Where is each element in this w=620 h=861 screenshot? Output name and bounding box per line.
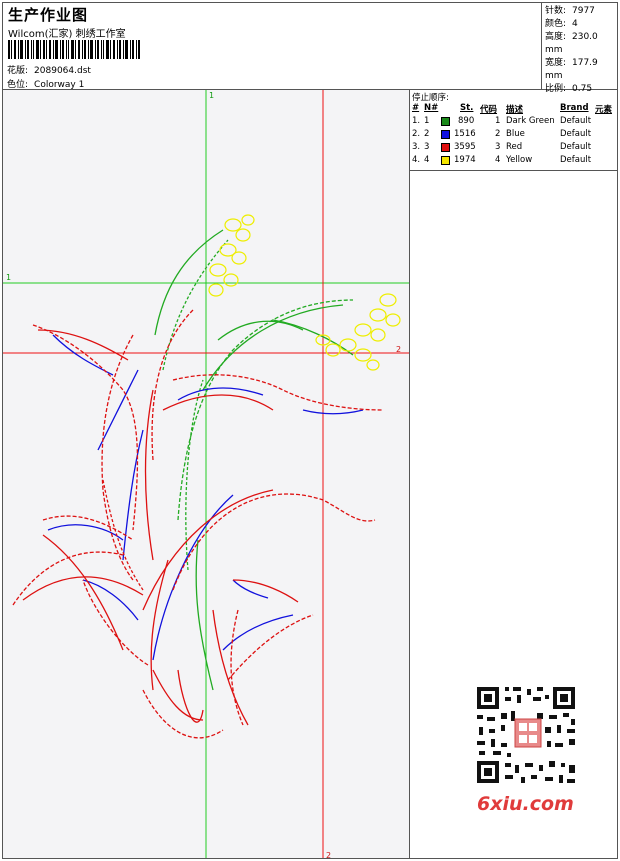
stop-table-header: # N# St. 代码 描述 Brand 元素 [410,103,617,115]
colorway-label: 色位: [7,80,29,90]
design-preview: 1 1 2 2 [3,90,410,858]
table-row: 3. 3 3595 3 Red Default [412,142,592,152]
qr-code-image [471,681,581,789]
stop-sequence-title: 停止顺序: [412,93,449,103]
guide-label-right: 2 [396,345,401,354]
table-row: 1. 1 890 1 Dark Green Default [412,116,592,126]
col-header-n: N# [424,103,439,113]
sheet-header: 生产作业图 Wilcom(汇家) 刺绣工作室 花版: 2089064.dst 色… [3,3,617,94]
guide-label-left: 1 [6,273,11,282]
colorway-line: 色位: Colorway 1 [7,77,84,90]
color-swatch [441,130,450,139]
stat-row: 宽度: 177.9 mm [545,58,598,81]
sheet-subtitle: Wilcom(汇家) 刺绣工作室 [8,29,126,40]
stat-row: 针数: 7977 [545,6,595,16]
stat-row: 高度: 230.0 mm [545,32,598,55]
embroidery-artwork: 1 1 2 2 [3,90,409,858]
yellow-flowers [208,214,401,371]
col-header-desc: 描述 [506,105,524,115]
guide-label-bottom: 2 [326,851,331,858]
stop-sequence-panel: 停止顺序: # N# St. 代码 描述 Brand 元素 1. 1 890 1… [410,90,617,171]
color-swatch [441,143,450,152]
colorway-value: Colorway 1 [34,80,85,90]
col-header-code: 代码 [480,105,498,115]
col-header-stitches: St. [460,103,474,113]
color-swatch [441,156,450,165]
col-header-index: # [412,103,420,113]
table-row: 2. 2 1516 2 Blue Default [412,129,592,139]
design-file-value: 2089064.dst [34,66,91,76]
barcode-image [8,40,140,59]
col-header-element: 元素 [595,105,613,115]
design-file-label: 花版: [7,66,29,76]
guide-label-top: 1 [209,91,214,100]
stat-row: 颜色: 4 [545,19,578,29]
color-swatch [441,117,450,126]
col-header-brand: Brand [560,103,589,113]
watermark-text: 6xiu.com [477,793,574,815]
table-row: 4. 4 1974 4 Yellow Default [412,155,592,165]
stats-panel: 针数: 7977 颜色: 4 高度: 230.0 mm 宽度: 177.9 mm 比例:… [541,3,617,94]
design-file-line: 花版: 2089064.dst [7,63,91,76]
sheet-title: 生产作业图 [8,6,89,24]
production-sheet: 生产作业图 Wilcom(汇家) 刺绣工作室 花版: 2089064.dst 色… [2,2,618,859]
red-leaves [12,309,384,739]
